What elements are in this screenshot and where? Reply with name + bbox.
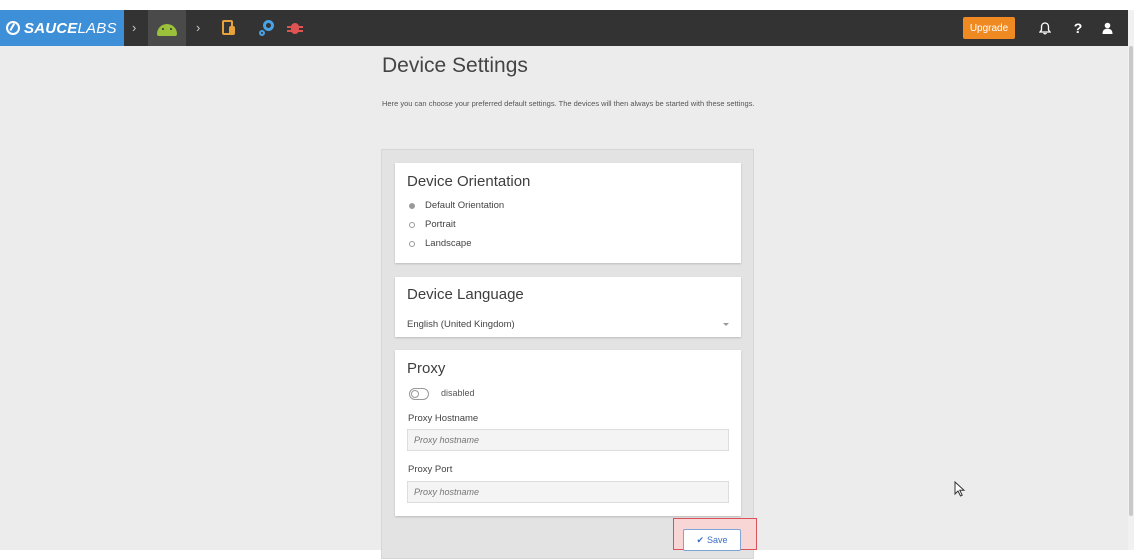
top-navbar: SAUCELABS › › Upgrade ?	[0, 10, 1128, 46]
save-label: Save	[707, 535, 728, 545]
user-icon[interactable]	[1096, 17, 1118, 39]
check-icon: ✔	[696, 534, 705, 545]
radio-portrait[interactable]: Portrait	[409, 219, 456, 230]
proxy-card: Proxy disabled Proxy Hostname Proxy Port	[395, 350, 741, 516]
page-description: Here you can choose your preferred defau…	[382, 99, 755, 108]
scrollbar-thumb[interactable]	[1129, 46, 1133, 516]
proxy-toggle[interactable]	[409, 388, 429, 400]
sauce-logo-icon	[6, 21, 20, 35]
radio-button[interactable]	[409, 240, 415, 247]
bell-icon[interactable]	[1034, 17, 1056, 39]
language-selected-value: English (United Kingdom)	[407, 318, 515, 330]
radio-landscape[interactable]: Landscape	[409, 238, 471, 249]
bug-icon[interactable]	[286, 19, 304, 37]
radio-default-orientation[interactable]: Default Orientation	[409, 200, 504, 211]
radio-label: Default Orientation	[425, 200, 505, 211]
mouse-cursor-icon	[954, 480, 966, 497]
help-icon[interactable]: ?	[1067, 17, 1089, 39]
breadcrumb-separator: ›	[132, 20, 137, 35]
radio-button[interactable]	[409, 202, 415, 209]
radio-button[interactable]	[409, 221, 415, 228]
save-button[interactable]: ✔ Save	[683, 529, 741, 551]
save-highlight: ✔ Save	[673, 518, 757, 551]
upgrade-button[interactable]: Upgrade	[963, 17, 1015, 39]
breadcrumb-android[interactable]	[148, 10, 186, 46]
chevron-down-icon	[723, 322, 729, 326]
logo-light: LABS	[77, 19, 117, 37]
radio-label: Landscape	[425, 238, 472, 249]
window-top-strip	[0, 0, 1134, 10]
proxy-hostname-input[interactable]	[407, 429, 729, 451]
proxy-hostname-label: Proxy Hostname	[408, 413, 479, 424]
radio-label: Portrait	[425, 219, 456, 230]
proxy-title: Proxy	[407, 360, 446, 377]
orientation-title: Device Orientation	[407, 173, 531, 190]
breadcrumb-separator: ›	[196, 20, 201, 35]
android-icon	[157, 24, 177, 36]
language-card: Device Language English (United Kingdom)	[395, 277, 741, 337]
phone-touch-icon[interactable]	[220, 19, 238, 37]
sauce-labs-logo[interactable]: SAUCELABS	[0, 10, 124, 46]
language-select[interactable]: English (United Kingdom)	[407, 313, 729, 335]
page-title: Device Settings	[382, 54, 528, 77]
toggle-knob	[411, 390, 419, 398]
gear-icon[interactable]	[258, 19, 276, 37]
proxy-port-input[interactable]	[407, 481, 729, 503]
orientation-card: Device Orientation Default Orientation P…	[395, 163, 741, 263]
language-title: Device Language	[407, 286, 524, 303]
proxy-toggle-state: disabled	[441, 388, 475, 398]
proxy-port-label: Proxy Port	[408, 464, 453, 475]
logo-bold: SAUCE	[24, 19, 78, 37]
logo-text: SAUCELABS	[24, 20, 117, 37]
